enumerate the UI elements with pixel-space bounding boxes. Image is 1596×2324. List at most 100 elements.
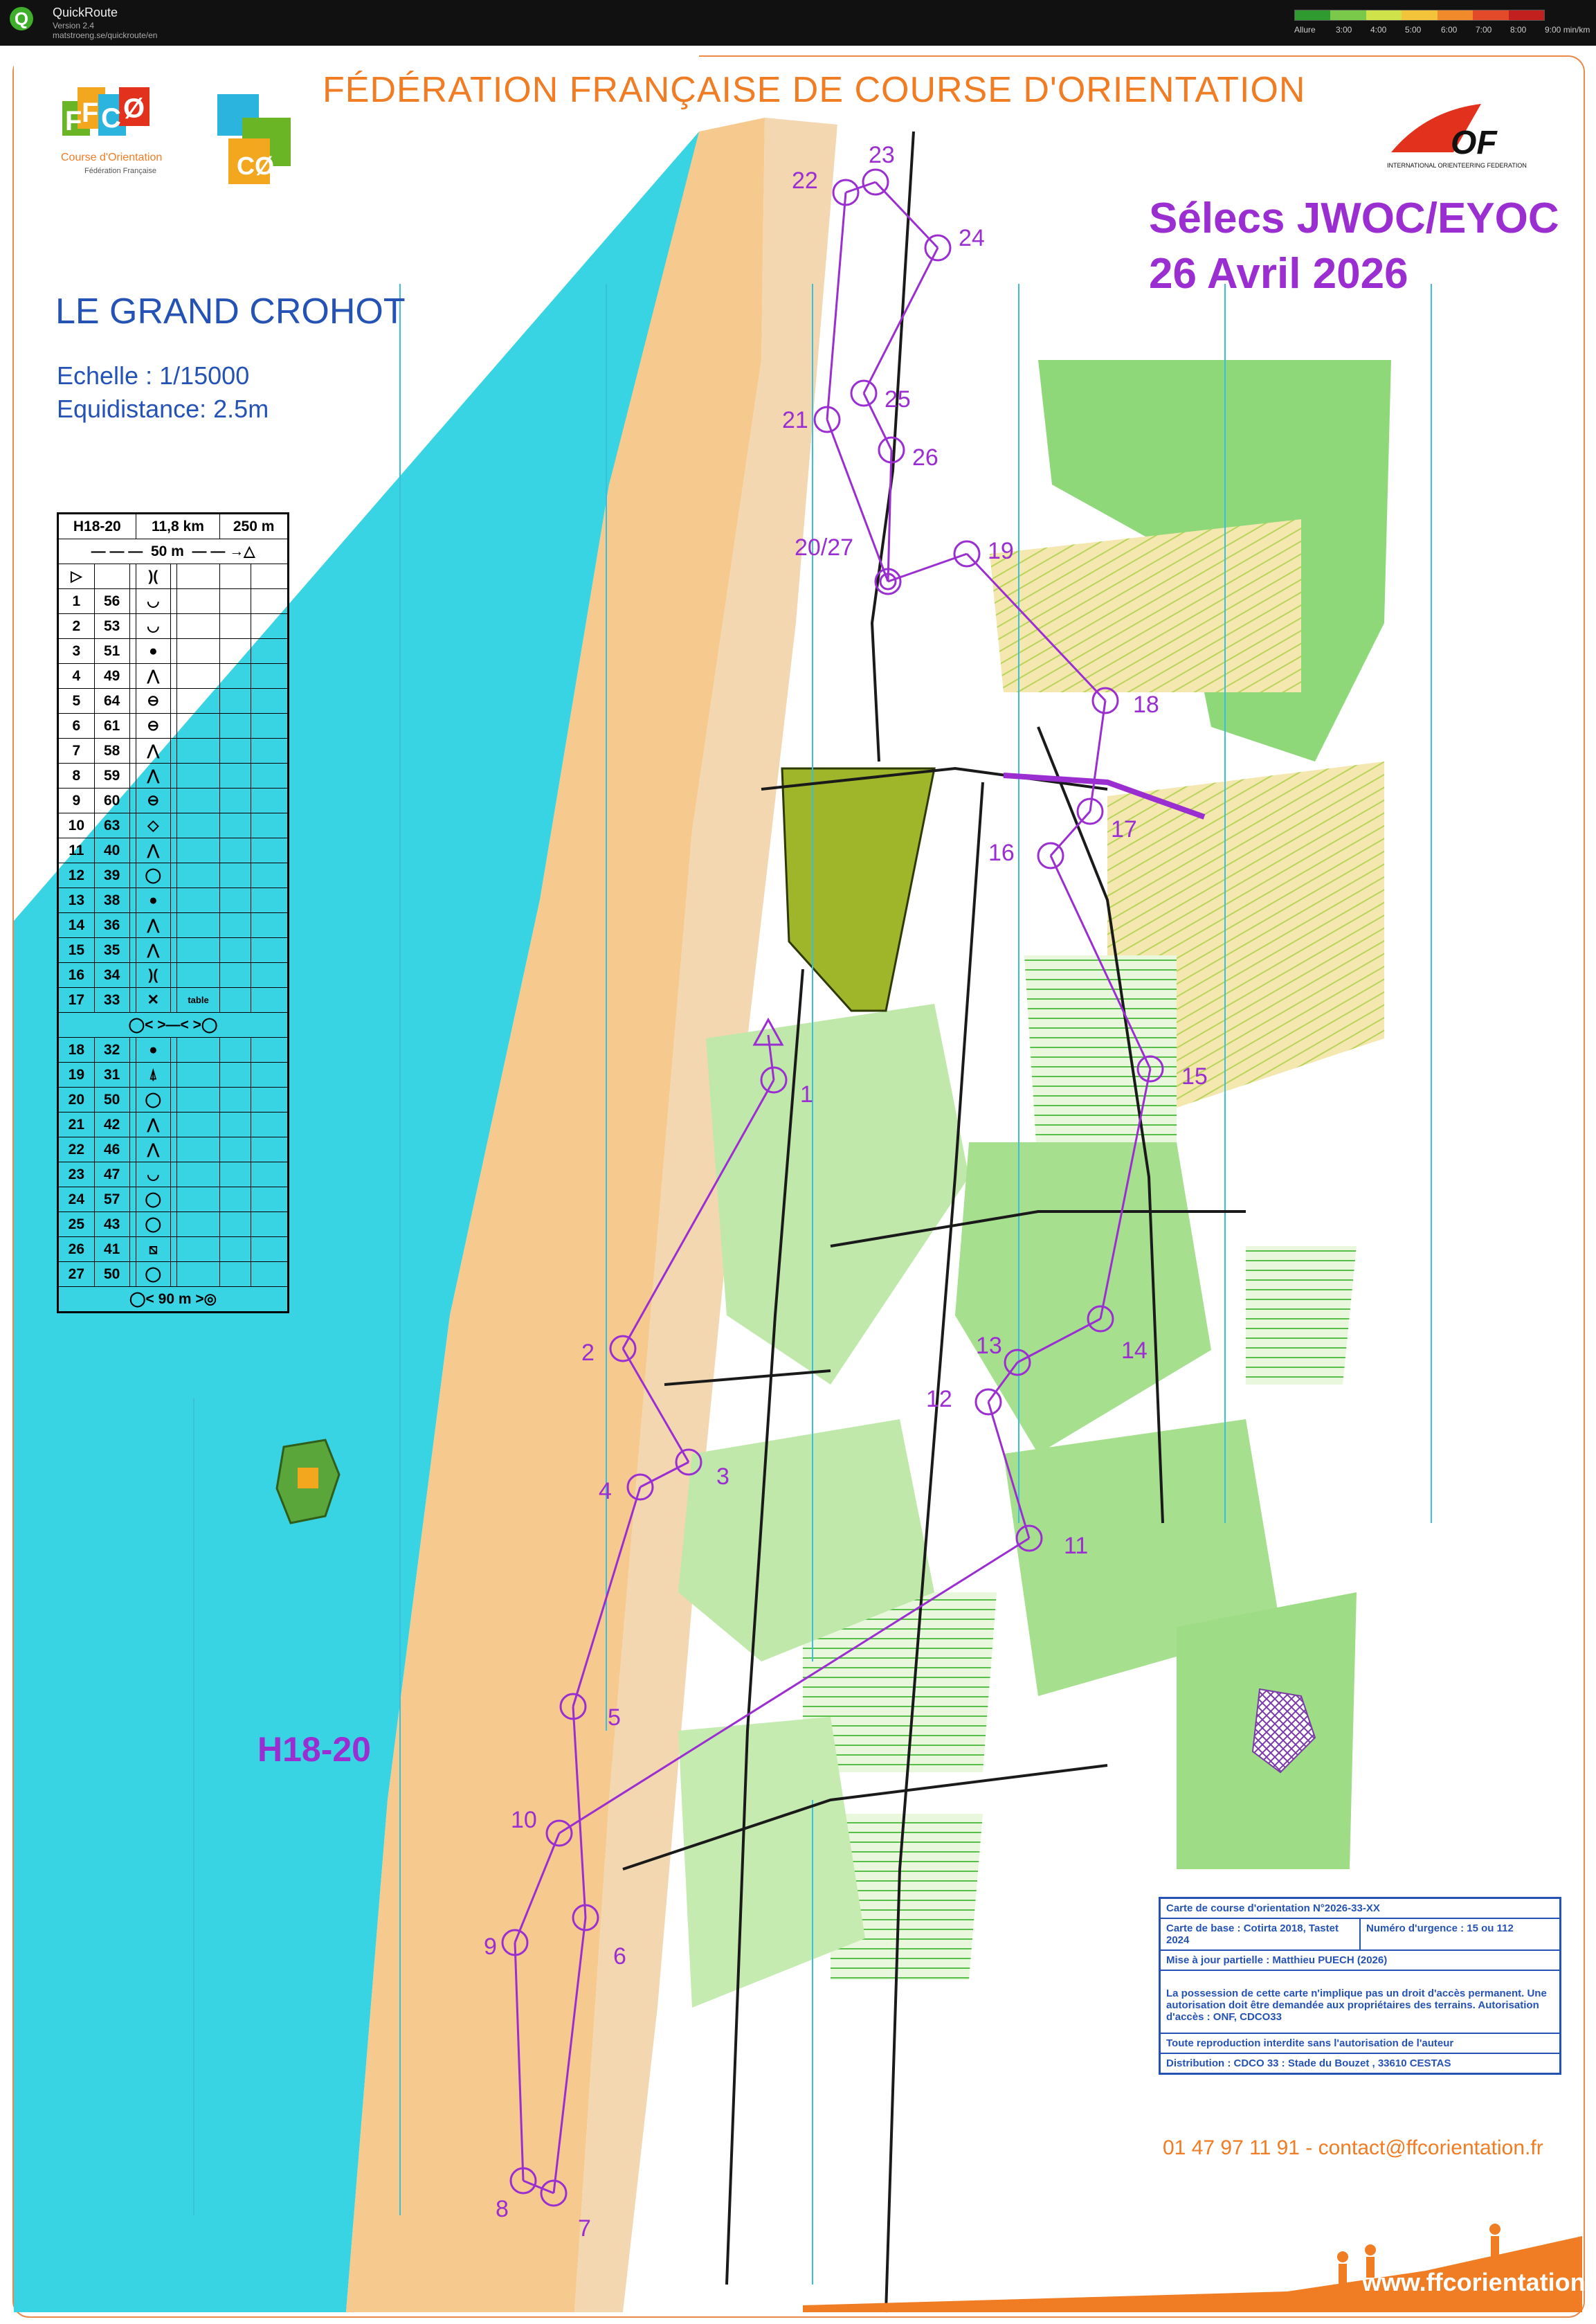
desc-cell [251, 613, 289, 639]
desc-control-code: 31 [93, 1062, 130, 1088]
desc-control-code: 57 [93, 1187, 130, 1212]
desc-control-number: 7 [57, 738, 95, 764]
desc-cell [251, 987, 289, 1013]
info-line: Carte de course d'orientation N°2026-33-… [1161, 1899, 1559, 1919]
desc-control-number: 20 [57, 1087, 95, 1113]
desc-cell [129, 738, 136, 764]
desc-control-row: 23 47 ◡ [57, 1162, 289, 1187]
svg-text:OF: OF [1451, 125, 1498, 161]
desc-cell [219, 1162, 252, 1187]
desc-cell: ◇ [135, 813, 172, 838]
desc-cell [170, 1261, 177, 1287]
desc-control-code: 58 [93, 738, 130, 764]
desc-control-number: 9 [57, 788, 95, 813]
desc-cell: ✕ [135, 987, 172, 1013]
desc-control-number: 25 [57, 1211, 95, 1237]
desc-cell [170, 613, 177, 639]
desc-cell: ◯ [135, 1211, 172, 1237]
control-number-label: 12 [926, 1386, 952, 1412]
control-number-label: 25 [885, 386, 911, 413]
desc-cell [176, 763, 221, 789]
svg-text:C: C [101, 103, 121, 134]
control-number-label: 8 [496, 2196, 509, 2222]
green-stripes-2 [1246, 1246, 1357, 1385]
desc-cell [170, 588, 177, 614]
desc-cell [170, 1137, 177, 1162]
desc-control-code: 63 [93, 813, 130, 838]
desc-control-row: 14 36 ⋀ [57, 912, 289, 938]
control-number-label: 9 [484, 1934, 497, 1960]
desc-cell [219, 838, 252, 863]
desc-control-row: 1 56 ◡ [57, 588, 289, 614]
map-scale: Echelle : 1/15000 [57, 361, 250, 390]
desc-control-row: 18 32 ● [57, 1037, 289, 1063]
control-descriptions: H18-20 11,8 km 250 m — — — 50 m — — →△ ▷… [57, 512, 289, 1313]
svg-text:Course d'Orientation: Course d'Orientation [61, 152, 162, 163]
start-triangle-icon: ▷ [57, 564, 95, 589]
desc-control-row: 26 41 ⧅ [57, 1236, 289, 1262]
desc-control-number: 27 [57, 1261, 95, 1287]
control-number-label: 3 [716, 1463, 729, 1490]
desc-control-number: 22 [57, 1137, 95, 1162]
info-row: Carte de base : Cotirta 2018, Tastet 202… [1161, 1919, 1559, 1951]
desc-cell [170, 1087, 177, 1113]
desc-cell [251, 688, 289, 714]
svg-text:F: F [65, 106, 82, 136]
desc-cell: ⋀ [135, 663, 172, 689]
desc-cell [176, 912, 221, 938]
desc-cell: ⊖ [135, 788, 172, 813]
desc-cell [129, 1211, 136, 1237]
control-number-label: 19 [988, 538, 1014, 564]
desc-cell [170, 937, 177, 963]
info-line: Mise à jour partielle : Matthieu PUECH (… [1161, 1951, 1559, 1971]
control-number-label: 20/27 [795, 534, 853, 561]
desc-cell: ⋀ [135, 912, 172, 938]
desc-control-row: 24 57 ◯ [57, 1187, 289, 1212]
desc-cell [170, 688, 177, 714]
desc-cell: ● [135, 638, 172, 664]
desc-header-row: H18-20 11,8 km 250 m [57, 513, 289, 539]
desc-cell [251, 1062, 289, 1088]
desc-cell [170, 663, 177, 689]
desc-cell: ◯ [135, 863, 172, 888]
desc-cell [251, 663, 289, 689]
desc-cell [176, 863, 221, 888]
control-number-label: 5 [608, 1704, 621, 1731]
desc-control-code: 61 [93, 713, 130, 739]
desc-cell [170, 813, 177, 838]
desc-control-number: 8 [57, 763, 95, 789]
desc-cell [129, 1261, 136, 1287]
desc-cell [129, 863, 136, 888]
desc-cell [176, 1087, 221, 1113]
desc-cell [219, 863, 252, 888]
desc-control-row: 13 38 ● [57, 888, 289, 913]
desc-cell [219, 888, 252, 913]
svg-text:F: F [82, 98, 98, 128]
desc-cell [251, 937, 289, 963]
control-number-label: 21 [782, 407, 808, 433]
desc-cell [129, 788, 136, 813]
desc-cell [219, 987, 252, 1013]
desc-cell [129, 1187, 136, 1212]
svg-text:Ø: Ø [123, 93, 145, 124]
desc-control-code: 49 [93, 663, 130, 689]
event-title: Sélecs JWOC/EYOC [1149, 195, 1559, 242]
website-link[interactable]: www.ffcorientation.fr [1362, 2268, 1596, 2297]
desc-cell [176, 713, 221, 739]
control-number-label: 22 [792, 168, 818, 194]
desc-control-number: 18 [57, 1037, 95, 1063]
control-number-label: 2 [581, 1340, 595, 1366]
control-number-label: 18 [1133, 692, 1159, 718]
desc-control-row: 11 40 ⋀ [57, 838, 289, 863]
desc-cell [251, 1187, 289, 1212]
desc-cell [176, 1162, 221, 1187]
desc-cell [170, 713, 177, 739]
desc-cell [219, 1137, 252, 1162]
desc-cell [129, 588, 136, 614]
desc-cell [176, 813, 221, 838]
desc-cell [219, 763, 252, 789]
desc-length: 11,8 km [135, 513, 221, 539]
desc-finish-marking: ◯< 90 m >◎ [57, 1286, 289, 1313]
federation-title: FÉDÉRATION FRANÇAISE DE COURSE D'ORIENTA… [323, 70, 1306, 110]
desc-cell [219, 1087, 252, 1113]
